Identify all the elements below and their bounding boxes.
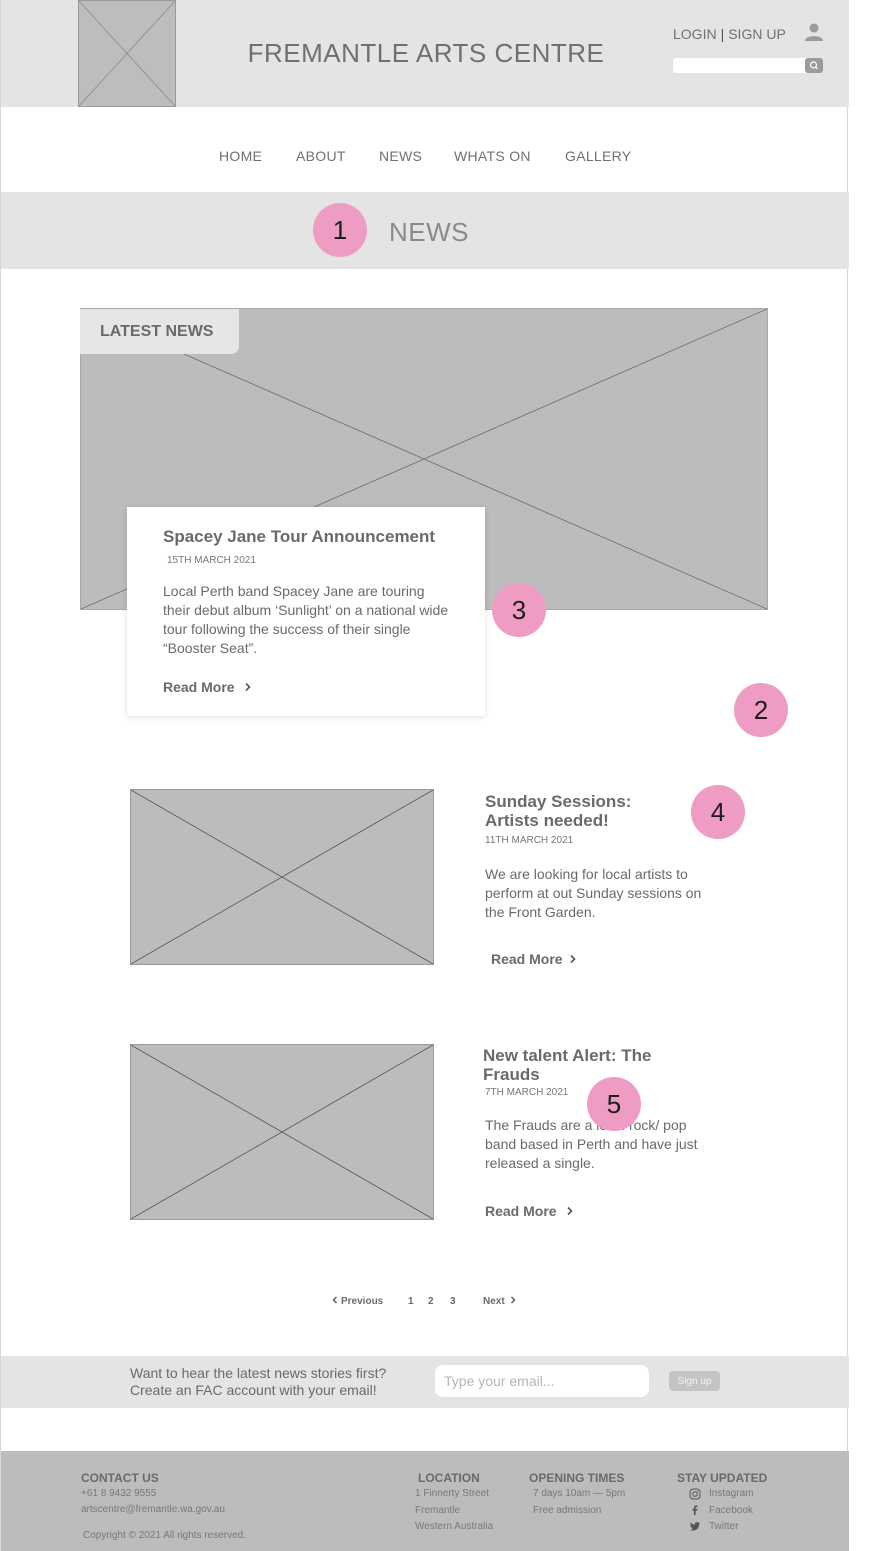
chevron-right-icon xyxy=(245,682,252,692)
pagination-previous-label: Previous xyxy=(341,1296,384,1307)
read-more-label: Read More xyxy=(491,951,563,967)
pagination-next-label: Next xyxy=(483,1296,505,1307)
page: FREMANTLE ARTS CENTRE LOGIN | SIGN UP HOME… xyxy=(0,0,849,1551)
twitter-link[interactable]: Twitter xyxy=(709,1521,738,1532)
article-image-placeholder[interactable] xyxy=(130,1044,434,1220)
facebook-link[interactable]: Facebook xyxy=(709,1505,753,1516)
email-field[interactable] xyxy=(435,1365,649,1397)
copyright: Copyright © 2021 All rights reserved. xyxy=(83,1530,247,1541)
twitter-icon[interactable] xyxy=(689,1520,701,1532)
social-heading: STAY UPDATED xyxy=(677,1471,768,1485)
annotation-marker-2: 2 xyxy=(734,683,788,737)
instagram-icon[interactable] xyxy=(689,1488,701,1500)
hours-heading: OPENING TIMES xyxy=(529,1471,625,1485)
pagination-previous[interactable]: Previous xyxy=(332,1296,383,1307)
featured-card: Spacey Jane Tour Announcement 15TH MARCH… xyxy=(127,507,485,716)
hours-line: 7 days 10am — 5pm xyxy=(533,1488,626,1499)
pagination-page-2[interactable]: 2 xyxy=(428,1296,434,1307)
annotation-marker-3: 3 xyxy=(492,583,546,637)
auth-links: LOGIN | SIGN UP xyxy=(673,26,786,42)
annotation-marker-5: 5 xyxy=(587,1077,641,1131)
location-line: Fremantle xyxy=(415,1505,461,1516)
hours-line: Free admission xyxy=(533,1505,602,1516)
article-image-placeholder[interactable] xyxy=(130,789,434,965)
featured-read-more-link[interactable]: Read More xyxy=(163,679,252,695)
location-line: 1 Finnerty Street xyxy=(415,1488,489,1499)
pagination-page-1[interactable]: 1 xyxy=(408,1296,414,1307)
facebook-icon[interactable] xyxy=(689,1504,701,1516)
contact-email[interactable]: artscentre@fremantle.wa.gov.au xyxy=(81,1504,225,1515)
contact-heading: CONTACT US xyxy=(81,1471,159,1485)
page-title: NEWS xyxy=(389,217,469,247)
pagination-page-3[interactable]: 3 xyxy=(450,1296,456,1307)
footer: CONTACT US +61 8 9432 9555 artscentre@fr… xyxy=(1,1451,849,1551)
signup-prompt: Want to hear the latest news stories fir… xyxy=(130,1365,386,1399)
search-input[interactable] xyxy=(673,58,823,73)
newsletter-signup: Want to hear the latest news stories fir… xyxy=(1,1356,849,1408)
chevron-right-icon xyxy=(570,954,577,964)
annotation-marker-1: 1 xyxy=(313,203,367,257)
page-banner: NEWS xyxy=(1,192,849,269)
article-body: We are looking for local artists to perf… xyxy=(485,866,702,920)
read-more-label: Read More xyxy=(163,679,235,695)
signup-prompt-line-2: Create an FAC account with your email! xyxy=(130,1382,377,1398)
user-icon[interactable] xyxy=(804,22,824,42)
nav-gallery[interactable]: GALLERY xyxy=(565,148,631,164)
article-title[interactable]: New talent Alert: The Frauds xyxy=(483,1046,683,1084)
nav-about[interactable]: ABOUT xyxy=(296,148,346,164)
location-heading: LOCATION xyxy=(418,1471,480,1485)
article-date: 11TH MARCH 2021 xyxy=(485,835,574,846)
chevron-right-icon xyxy=(567,1206,574,1216)
location-line: Western Australia xyxy=(415,1521,494,1532)
auth-separator: | xyxy=(720,26,725,42)
contact-phone[interactable]: +61 8 9432 9555 xyxy=(81,1488,156,1499)
main-nav: HOME ABOUT NEWS WHATS ON GALLERY xyxy=(1,140,849,170)
nav-news[interactable]: NEWS xyxy=(379,148,422,164)
pagination-next[interactable]: Next xyxy=(483,1296,516,1307)
nav-whats-on[interactable]: WHATS ON xyxy=(454,148,531,164)
logo-placeholder[interactable] xyxy=(78,0,176,107)
read-more-label: Read More xyxy=(485,1203,557,1219)
article-read-more-link[interactable]: Read More xyxy=(485,1203,574,1219)
signup-button[interactable]: Sign up xyxy=(669,1371,720,1391)
nav-home[interactable]: HOME xyxy=(219,148,262,164)
search-button[interactable] xyxy=(805,58,823,73)
login-link[interactable]: LOGIN xyxy=(673,26,717,42)
signup-prompt-line-1: Want to hear the latest news stories fir… xyxy=(130,1365,387,1381)
search-icon xyxy=(809,61,818,70)
article-title[interactable]: Sunday Sessions: Artists needed! xyxy=(485,792,685,830)
annotation-marker-4: 4 xyxy=(691,785,745,839)
article-read-more-link[interactable]: Read More xyxy=(491,951,577,967)
header: FREMANTLE ARTS CENTRE LOGIN | SIGN UP xyxy=(1,0,849,107)
article-body: The Frauds are a local rock/ pop band ba… xyxy=(485,1117,698,1171)
featured-title[interactable]: Spacey Jane Tour Announcement xyxy=(163,527,435,547)
latest-news-label: LATEST NEWS xyxy=(100,323,214,340)
featured-date: 15TH MARCH 2021 xyxy=(167,555,256,566)
chevron-left-icon xyxy=(332,1296,337,1304)
signup-link[interactable]: SIGN UP xyxy=(728,26,786,42)
chevron-right-icon xyxy=(510,1296,516,1304)
latest-news-tag: LATEST NEWS xyxy=(80,309,239,354)
featured-body: Local Perth band Spacey Jane are touring… xyxy=(163,583,449,656)
instagram-link[interactable]: Instagram xyxy=(709,1488,753,1499)
site-title: FREMANTLE ARTS CENTRE xyxy=(247,38,605,68)
article-date: 7TH MARCH 2021 xyxy=(485,1087,569,1098)
